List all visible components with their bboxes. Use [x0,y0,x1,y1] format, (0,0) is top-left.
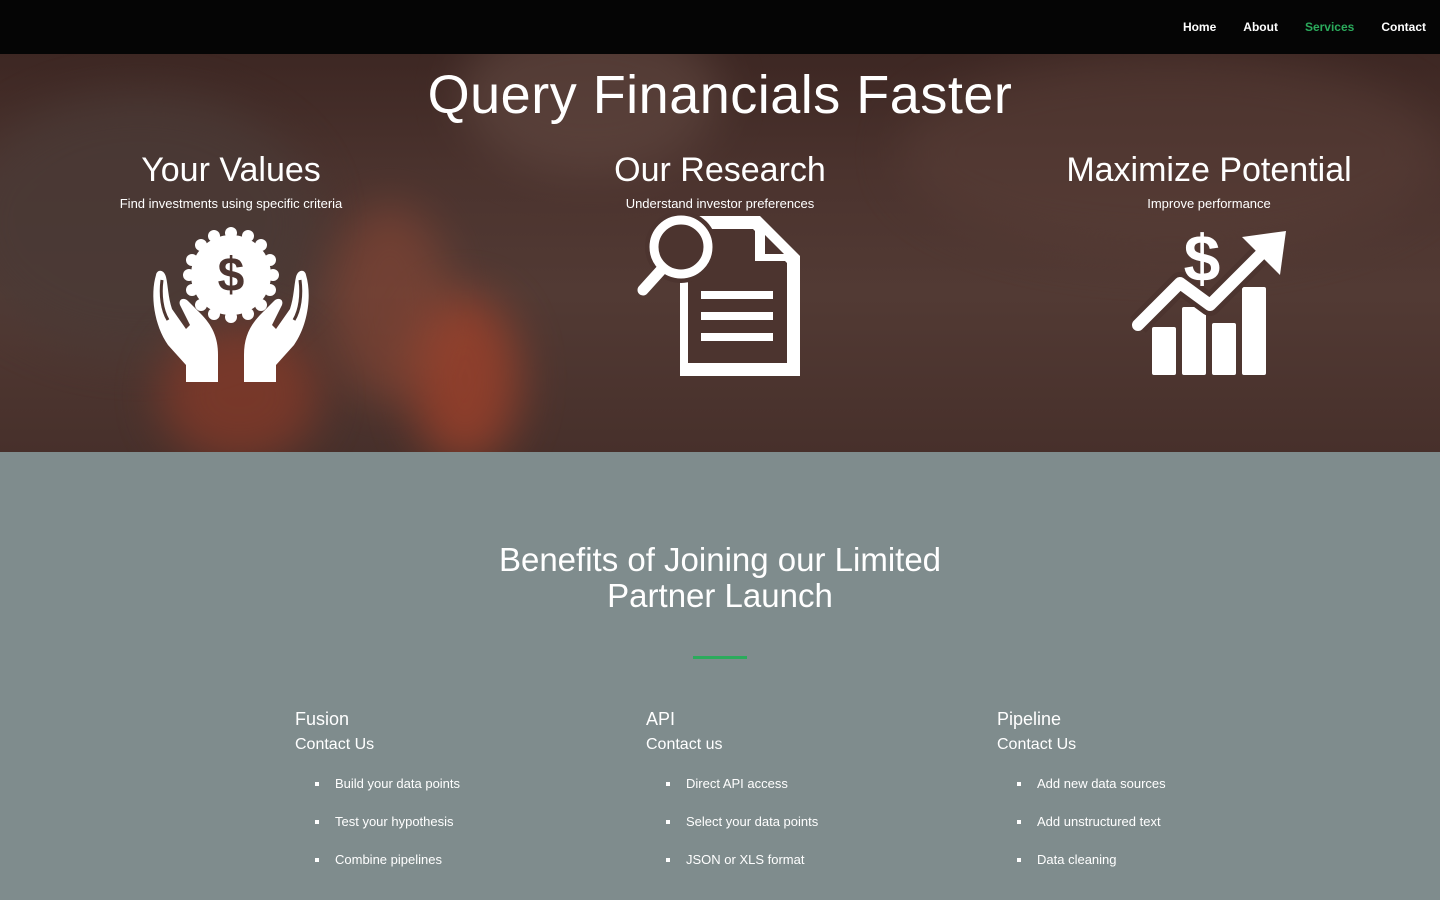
service-maximize-potential: Maximize Potential Improve performance $ [999,150,1419,383]
nav-links: Home About Services Contact [1183,0,1426,54]
hands-dollar-icon: $ [153,227,309,382]
document-search-icon [637,213,800,376]
contact-us-link[interactable]: Contact Us [997,736,1297,754]
service-title: Maximize Potential [1066,151,1352,189]
nav-link-about[interactable]: About [1243,20,1278,34]
growth-chart-icon: $ [1130,223,1286,375]
list-item: Build your data points [315,776,595,792]
service-title: Your Values [141,151,321,189]
benefit-list: Add new data sources Add unstructured te… [997,776,1297,868]
benefit-column-fusion: Fusion Contact Us Build your data points… [295,708,595,890]
benefit-title: Pipeline [997,709,1062,729]
service-subtitle: Improve performance [1147,196,1271,211]
nav-item-contact: Contact [1381,18,1426,36]
nav-item-home: Home [1183,18,1216,36]
service-title: Our Research [614,151,826,189]
nav-link-contact[interactable]: Contact [1381,20,1426,34]
nav-link-services[interactable]: Services [1305,20,1354,34]
list-item: Add unstructured text [1017,814,1297,830]
top-navbar: Home About Services Contact [0,0,1440,54]
title-divider [693,656,747,659]
nav-link-home[interactable]: Home [1183,20,1216,34]
list-item: Combine pipelines [315,852,595,868]
benefits-title: Benefits of Joining our Limited Partner … [498,541,942,614]
benefit-list: Direct API access Select your data point… [646,776,946,868]
list-item: Test your hypothesis [315,814,595,830]
benefit-column-api: API Contact us Direct API access Select … [646,708,946,890]
list-item: Data cleaning [1017,852,1297,868]
svg-text:$: $ [218,249,245,302]
hero-section: Query Financials Faster Your Values Find… [0,54,1440,452]
service-subtitle: Understand investor preferences [625,196,815,211]
list-item: Select your data points [666,814,946,830]
contact-us-link[interactable]: Contact Us [295,736,595,754]
list-item: JSON or XLS format [666,852,946,868]
hero-title: Query Financials Faster [427,65,1013,125]
service-subtitle: Find investments using specific criteria [119,196,343,211]
nav-item-services: Services [1305,18,1354,36]
contact-us-link[interactable]: Contact us [646,736,946,754]
list-item: Direct API access [666,776,946,792]
service-our-research: Our Research Understand investor prefere… [510,150,930,383]
service-your-values: Your Values Find investments using speci… [21,150,441,385]
benefit-title: API [646,709,676,729]
svg-text:$: $ [1184,223,1221,295]
list-item: Add new data sources [1017,776,1297,792]
benefit-list: Build your data points Test your hypothe… [295,776,595,868]
benefit-title: Fusion [295,709,350,729]
nav-item-about: About [1243,18,1278,36]
benefit-column-pipeline: Pipeline Contact Us Add new data sources… [997,708,1297,890]
benefits-section: Benefits of Joining our Limited Partner … [0,452,1440,900]
